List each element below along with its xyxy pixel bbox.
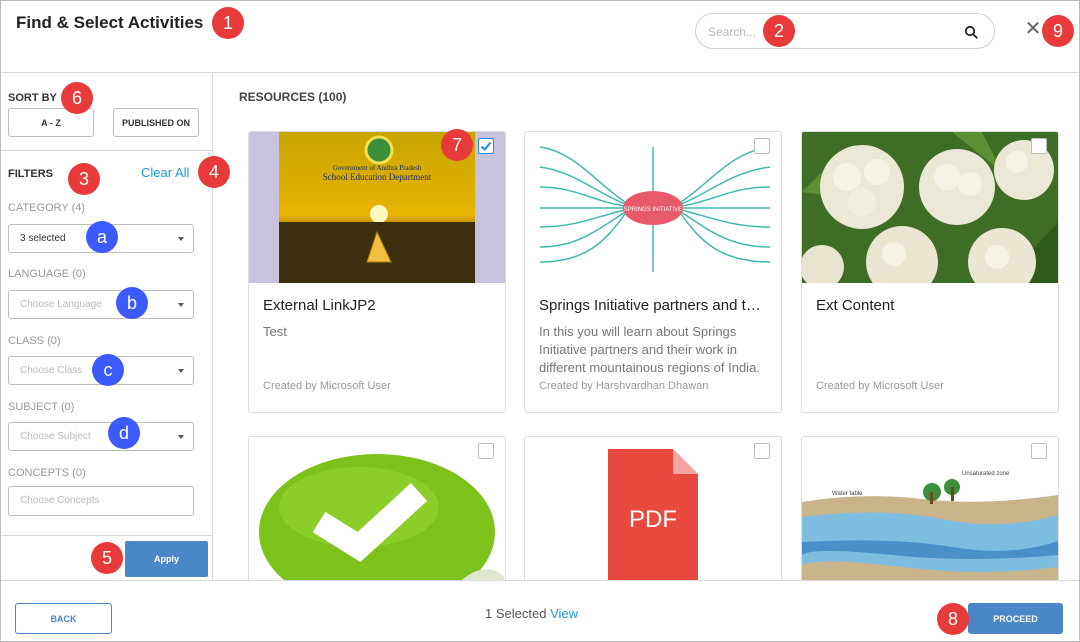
card-author: Created by Microsoft User (263, 380, 391, 392)
card-thumbnail: PDF (525, 437, 781, 588)
subject-select[interactable]: Choose Subject (8, 422, 194, 451)
annotation-marker: 6 (61, 82, 93, 114)
dialog-header: Find & Select Activities ✕ (1, 1, 1079, 73)
apply-button[interactable]: Apply (125, 541, 208, 577)
category-filter-label: CATEGORY (4) (8, 202, 86, 214)
category-select-value: 3 selected (20, 233, 66, 244)
concepts-input[interactable]: Choose Concepts (8, 486, 194, 516)
thumb-caption: Water table (832, 491, 863, 497)
annotation-marker: 8 (937, 603, 969, 635)
annotation-marker: 9 (1042, 15, 1074, 47)
pdf-file-icon: PDF (525, 437, 781, 588)
pdf-label: PDF (629, 506, 677, 533)
selection-summary: 1 Selected View (485, 606, 578, 621)
card-checkbox[interactable] (478, 138, 494, 154)
chevron-down-icon (178, 237, 184, 241)
search-box[interactable] (695, 13, 995, 49)
sidebar-divider (1, 150, 212, 151)
resource-card[interactable]: SPRINGS INITIATIVE Springs Initiative pa… (524, 131, 782, 413)
filter-sidebar: SORT BY A - Z PUBLISHED ON FILTERS Clear… (1, 73, 213, 580)
thumb-caption: Unsaturated zone (962, 471, 1010, 477)
card-checkbox[interactable] (1031, 138, 1047, 154)
card-checkbox[interactable] (754, 443, 770, 459)
card-thumbnail (802, 132, 1058, 283)
chevron-down-icon (178, 303, 184, 307)
clear-all-link[interactable]: Clear All (141, 165, 189, 180)
annotation-marker: a (86, 221, 118, 253)
card-thumbnail (249, 437, 505, 588)
subject-filter-label: SUBJECT (0) (8, 401, 75, 413)
annotation-marker: 7 (441, 129, 473, 161)
sort-by-label: SORT BY (8, 92, 57, 104)
sort-published-on-button[interactable]: PUBLISHED ON (113, 108, 199, 137)
card-thumbnail: Water table Unsaturated zone (802, 437, 1058, 588)
annotation-marker: 4 (198, 156, 230, 188)
dialog: Find & Select Activities ✕ SORT BY A - Z… (0, 0, 1080, 642)
card-checkbox[interactable] (1031, 443, 1047, 459)
card-thumbnail: SPRINGS INITIATIVE (525, 132, 781, 283)
chevron-down-icon (178, 369, 184, 373)
class-select-placeholder: Choose Class (20, 365, 83, 376)
card-author: Created by Microsoft User (816, 380, 944, 392)
concepts-filter-label: CONCEPTS (0) (8, 467, 86, 479)
resource-card[interactable]: Water table Unsaturated zone (801, 436, 1059, 596)
selected-count: 1 Selected (485, 606, 547, 621)
filters-label: FILTERS (8, 168, 54, 180)
annotation-marker: 3 (68, 163, 100, 195)
resource-card[interactable]: Government of Andhra Pradesh School Educ… (248, 131, 506, 413)
sidebar-divider (1, 535, 212, 536)
chevron-down-icon (178, 435, 184, 439)
card-title: Ext Content (816, 297, 895, 314)
proceed-button[interactable]: PROCEED (968, 603, 1063, 634)
annotation-marker: 1 (212, 7, 244, 39)
card-checkbox[interactable] (754, 138, 770, 154)
annotation-marker: c (92, 354, 124, 386)
card-author: Created by Harshvardhan Dhawan (539, 380, 709, 392)
view-selected-link[interactable]: View (550, 606, 578, 621)
annotation-marker: 2 (763, 15, 795, 47)
resources-title: RESOURCES (100) (239, 90, 347, 104)
concepts-input-placeholder: Choose Concepts (20, 495, 100, 506)
annotation-marker: b (116, 287, 148, 319)
search-input[interactable] (708, 22, 958, 42)
class-filter-label: CLASS (0) (8, 335, 61, 347)
subject-select-placeholder: Choose Subject (20, 431, 91, 442)
groundwater-diagram-image: Water table Unsaturated zone (802, 437, 1058, 588)
checkmark-icon (480, 141, 492, 151)
back-button[interactable]: BACK (15, 603, 112, 634)
dialog-title: Find & Select Activities (16, 13, 204, 32)
search-icon[interactable] (964, 25, 978, 39)
card-description: Test (263, 324, 287, 339)
card-description: In this you will learn about Springs Ini… (539, 324, 760, 375)
card-title: External LinkJP2 (263, 297, 376, 314)
language-select-placeholder: Choose Language (20, 299, 102, 310)
card-title: Springs Initiative partners and their wo… (539, 297, 769, 314)
language-filter-label: LANGUAGE (0) (8, 268, 86, 280)
mindmap-image: SPRINGS INITIATIVE (525, 132, 781, 283)
annotation-marker: d (108, 417, 140, 449)
annotation-marker: 5 (91, 542, 123, 574)
resource-card[interactable]: Ext Content Created by Microsoft User (801, 131, 1059, 413)
language-select[interactable]: Choose Language (8, 290, 194, 319)
thumb-caption: School Education Department (323, 172, 432, 182)
cauliflower-image (802, 132, 1058, 283)
close-icon[interactable]: ✕ (1023, 19, 1043, 39)
dialog-footer: BACK 1 Selected View PROCEED (1, 580, 1079, 641)
card-checkbox[interactable] (478, 443, 494, 459)
resource-card[interactable]: PDF (524, 436, 782, 596)
thumb-caption: SPRINGS INITIATIVE (624, 207, 683, 213)
thumb-caption: Government of Andhra Pradesh (333, 164, 422, 172)
resource-card[interactable] (248, 436, 506, 596)
green-check-image (249, 437, 505, 588)
